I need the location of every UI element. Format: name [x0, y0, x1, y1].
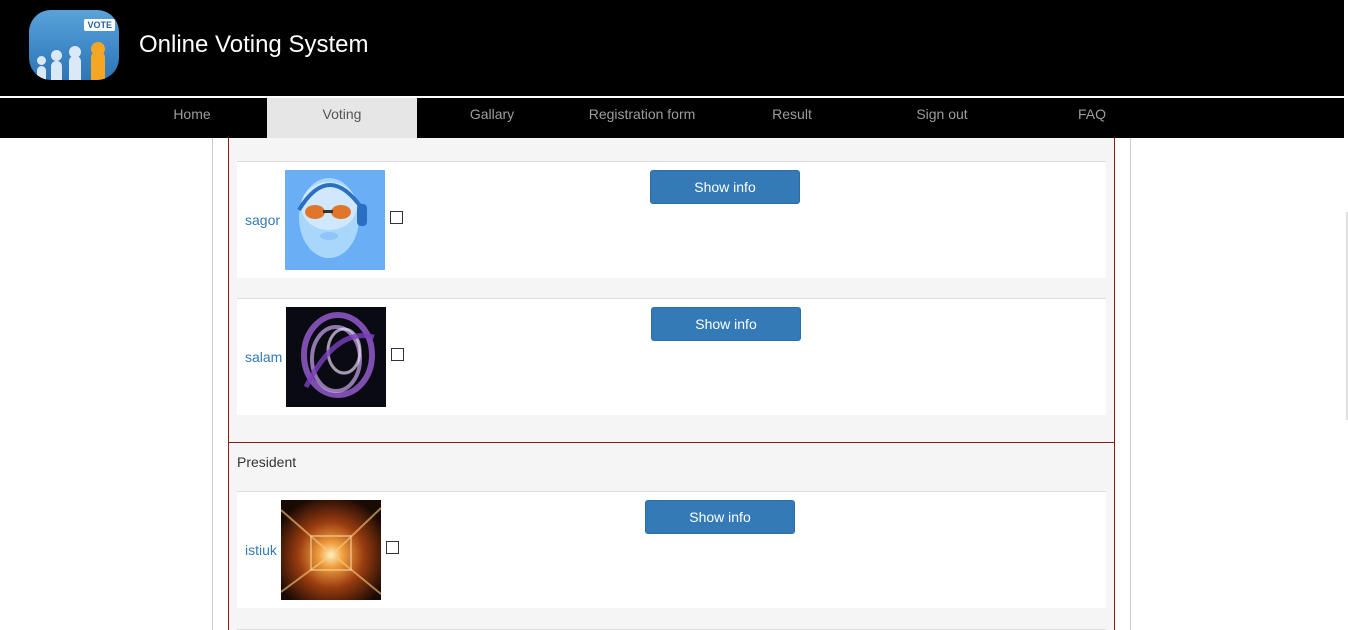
nav-sign-out[interactable]: Sign out	[867, 98, 1017, 138]
candidate-row: salam Show info	[237, 298, 1106, 415]
content-frame-right	[1130, 138, 1131, 630]
logo-vote-tag: VOTE	[84, 19, 115, 31]
main-nav: Home Voting Gallary Registration form Re…	[0, 98, 1344, 138]
page-edge	[1344, 0, 1348, 138]
site-logo[interactable]: VOTE	[29, 10, 119, 80]
nav-result[interactable]: Result	[717, 98, 867, 138]
logo-person-icon	[51, 50, 62, 61]
nav-home[interactable]: Home	[117, 98, 267, 138]
candidate-name-link[interactable]: salam	[245, 349, 282, 365]
show-info-button[interactable]: Show info	[650, 170, 800, 204]
nav-registration-form[interactable]: Registration form	[567, 98, 717, 138]
logo-person-icon	[51, 61, 62, 80]
candidate-photo	[285, 170, 385, 270]
candidate-photo	[281, 500, 381, 600]
candidate-photo	[286, 307, 386, 407]
logo-person-icon	[37, 66, 46, 80]
position-title: President	[237, 454, 297, 470]
vote-checkbox[interactable]	[390, 211, 403, 224]
nav-voting[interactable]: Voting	[267, 98, 417, 138]
logo-voter-icon	[91, 52, 105, 80]
candidate-row: istiuk Show info	[237, 491, 1106, 608]
site-title: Online Voting System	[139, 31, 369, 58]
vote-checkbox[interactable]	[386, 541, 399, 554]
position-section-president: President istiuk Show info	[228, 443, 1115, 630]
nav-gallary[interactable]: Gallary	[417, 98, 567, 138]
logo-person-icon	[69, 56, 81, 80]
logo-person-icon	[37, 56, 46, 65]
show-info-button[interactable]: Show info	[651, 307, 801, 341]
vote-checkbox[interactable]	[391, 348, 404, 361]
candidate-name-link[interactable]: sagor	[245, 212, 280, 228]
candidate-name-link[interactable]: istiuk	[245, 542, 277, 558]
candidate-section: sagor Show info salam Show info	[228, 138, 1115, 442]
site-header: VOTE Online Voting System	[0, 0, 1344, 96]
content-frame-left	[212, 138, 213, 630]
nav-faq[interactable]: FAQ	[1017, 98, 1167, 138]
show-info-button[interactable]: Show info	[645, 500, 795, 534]
candidate-row: sagor Show info	[237, 161, 1106, 278]
